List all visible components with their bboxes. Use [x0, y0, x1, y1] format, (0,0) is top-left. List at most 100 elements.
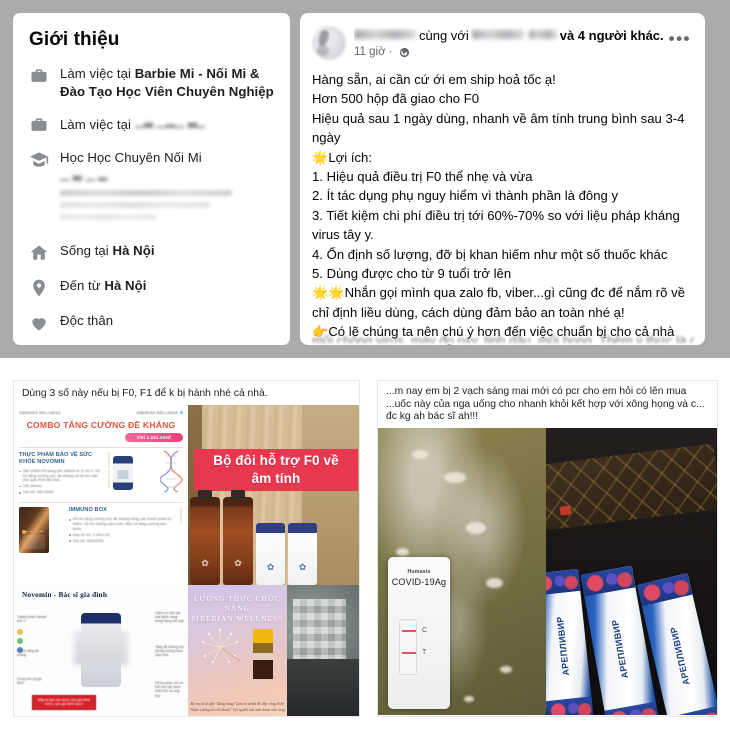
flyer-title: COMBO TĂNG CƯỜNG ĐỀ KHÁNG: [26, 420, 176, 430]
novomin-bottle-icon: [113, 456, 133, 490]
post-header: cùng với và 4 người khác. 11 giờ · •••: [300, 13, 705, 64]
flyer-product-1-bullets: Sản phẩm bổ sung các vitamin A, E và C, …: [19, 468, 103, 495]
white-bottle: [288, 523, 317, 585]
about-item-work-1[interactable]: Làm việc tại Barbie Mi - Nối Mi & Đào Tạ…: [29, 65, 274, 100]
virus-graphic: [636, 572, 693, 607]
screenshot-right[interactable]: ...m nay em bị 2 vạch sáng mai mới có pc…: [377, 380, 718, 717]
about-item-relationship[interactable]: Độc thân: [29, 312, 274, 333]
screenshot-right-grid: Humasis COVID-19Ag C T АРЕПЛИВИР АРЕПЛИВ…: [378, 427, 717, 715]
medicine-name-label: АРЕПЛИВИР: [609, 618, 631, 679]
tagged-name-redacted[interactable]: [471, 30, 524, 39]
covid-test-photo[interactable]: Humasis COVID-19Ag C T: [378, 427, 546, 715]
post-line: 2. Ít tác dụng phụ nguy hiểm vì thành ph…: [312, 188, 619, 204]
novomin-callout-right-3: Hỗ trợ phục hồi cơ thể cho các bệnh mãn …: [155, 681, 184, 698]
author-name-redacted[interactable]: [354, 30, 416, 39]
novomin-label-blurred: [74, 631, 128, 665]
virus-graphic: [580, 565, 636, 597]
post-more-options-button[interactable]: •••: [669, 30, 691, 47]
amber-bottle: [223, 497, 253, 585]
tagged-name-redacted-2[interactable]: [528, 30, 557, 39]
medicine-name-label: АРЕПЛИВИР: [554, 615, 572, 676]
test-result-window: [399, 618, 417, 675]
banner-line-2: âm tính: [251, 471, 301, 486]
siberian-color-bar: [252, 629, 273, 679]
about-item-label: Học Học Chuyên Nối Mi ▁ ▃ ▁ ▂: [60, 149, 274, 220]
screenshot-right-caption: ...m nay em bị 2 vạch sáng mai mới có pc…: [378, 381, 717, 428]
post-line: 1. Hiệu quả điều trị F0 thể nhẹ và vừa: [312, 169, 533, 185]
medicine-boxes-photo[interactable]: АРЕПЛИВИР АРЕПЛИВИР АРЕПЛИВИР: [546, 427, 717, 715]
siberian-poem-text: Đi em cứ ưi ghé "đúng hàng" Làm lu uchất…: [189, 702, 285, 712]
flyer-divider: [19, 447, 183, 448]
banner-line-1: Bộ đôi hỗ trợ F0 về: [213, 453, 339, 468]
screenshot-left-grid: SIBERIAN WELLNESS SIBERIAN WELLNESS COMB…: [14, 405, 359, 716]
shelf-bottles-row: [188, 488, 359, 585]
flyer-vertical-label: SIBERIAN WELLNESS: [107, 452, 111, 489]
flyer-product-2-name: IMMUNO BOX: [69, 507, 107, 514]
heart-icon: [29, 313, 49, 333]
control-line-label: C: [422, 626, 428, 634]
screenshot-left[interactable]: Dùng 3 số này nếu bị F0, F1 để k bị hành…: [13, 380, 360, 717]
about-item-living-in[interactable]: Sống tại Hà Nội: [29, 242, 274, 263]
novomin-callout-left-3: Dùng cho cả gia đình: [17, 677, 42, 686]
novomin-title: Novomin - Bác sĩ gia đình: [22, 590, 108, 599]
about-item-label: Làm việc tại Barbie Mi - Nối Mi & Đào Tạ…: [60, 66, 274, 99]
novomin-infographic-image[interactable]: Novomin - Bác sĩ gia đình Thành phần vit…: [14, 585, 188, 716]
post-author-block: cùng với và 4 người khác. 11 giờ ·: [354, 26, 693, 58]
flyer-product-2: IMMUNO BOX Hỗ trợ tăng cường sức đề khán…: [19, 507, 183, 554]
novomin-callout-right-2: Tăng đề kháng sức phòng chống virus cảm …: [155, 645, 185, 658]
novomin-callout-right-1: Giảm cơ chế các loại bệnh hàng trong hàn…: [155, 611, 184, 624]
siberian-and-photo-cell[interactable]: LƯƠNG THỰC CHỨC NĂNG SIBERIAN WELLNESS Đ…: [188, 585, 359, 716]
virus-graphic: [667, 705, 717, 715]
flyer-price-badge: CHỈ 1.091.500đ: [125, 433, 183, 442]
post-timestamp[interactable]: 11 giờ: [354, 46, 386, 58]
briefcase-icon: [29, 66, 49, 86]
virus-graphic: [604, 701, 660, 715]
post-body: Hàng sẵn, ai cần cứ ới em ship hoả tốc ạ…: [300, 64, 705, 345]
about-item-label: Sống tại Hà Nội: [60, 243, 155, 258]
flyer-divider-2: [19, 502, 183, 504]
post-line: Hơn 500 hộp đã giao cho F0: [312, 91, 480, 107]
combo-flyer-image[interactable]: SIBERIAN WELLNESS SIBERIAN WELLNESS COMB…: [14, 405, 188, 585]
white-bottle: [256, 523, 285, 585]
test-brand-label: Humasis: [407, 568, 431, 575]
post-card: cùng với và 4 người khác. 11 giờ · ••• H…: [300, 13, 705, 345]
avatar[interactable]: [312, 26, 346, 60]
about-item-work-2[interactable]: Làm việc tại ▁▃ ▁▂▁ ▃▁: [29, 114, 274, 135]
post-line: Hàng sẵn, ai cần cứ ới em ship hoả tốc ạ…: [312, 72, 556, 87]
pixelated-region: [292, 599, 347, 663]
post-cut-off-line: mũi chống virus, máy đo oxy, tinh dầu, m…: [312, 333, 694, 343]
post-line: 4. Ổn định số lượng, đỡ bị khan hiếm như…: [312, 246, 668, 262]
photo-dark-area: [286, 658, 359, 716]
bottom-section: Dùng 3 số này nếu bị F0, F1 để k bị hành…: [0, 358, 730, 730]
flyer-pointer-line: [22, 530, 43, 535]
rapid-test-cassette: Humasis COVID-19Ag C T: [388, 556, 450, 709]
post-line: 5. Dùng được cho từ 9 tuổi trở lên: [312, 266, 512, 282]
test-line: [402, 651, 416, 655]
post-line: Hiệu quả sau 1 ngày dùng, nhanh về âm tí…: [312, 110, 685, 146]
control-line: [402, 629, 416, 633]
shelf-photo-image[interactable]: Bộ đôi hỗ trợ F0 về âm tính: [188, 405, 359, 585]
flyer-brand-right: SIBERIAN WELLNESS: [136, 411, 183, 415]
post-with-label: cùng với: [419, 28, 469, 43]
siberian-poster-image[interactable]: LƯƠNG THỰC CHỨC NĂNG SIBERIAN WELLNESS Đ…: [188, 585, 287, 716]
flyer-product-1: THỰC PHẨM BẢO VỆ SỨC KHỎE NOVOMIN Sản ph…: [19, 452, 183, 496]
blurred-photo-image[interactable]: [286, 585, 359, 716]
novomin-callout-left-1: Thành phần vitamin A E C: [17, 615, 47, 624]
flyer-brand-row: SIBERIAN WELLNESS SIBERIAN WELLNESS: [19, 411, 183, 415]
flyer-brand-left: SIBERIAN WELLNESS: [19, 411, 61, 415]
dna-helix-icon: [160, 450, 183, 493]
about-title: Giới thiệu: [29, 29, 120, 50]
amber-bottle: [190, 497, 220, 585]
virus-graphic: [546, 568, 581, 596]
about-item-label: Làm việc tại ▁▃ ▁▂▁ ▃▁: [60, 114, 205, 132]
graduation-cap-icon: [29, 150, 49, 170]
about-item-education[interactable]: Học Học Chuyên Nối Mi ▁ ▃ ▁ ▂: [29, 149, 274, 220]
home-icon: [29, 243, 49, 263]
virus-graphic: [546, 696, 594, 715]
monogram-bag: [546, 443, 717, 531]
post-others-label[interactable]: và 4 người khác.: [560, 27, 664, 44]
shelf-banner-text: Bộ đôi hỗ trợ F0 về âm tính: [194, 449, 358, 491]
novomin-callout-left-2: Hỗ trợ tăng đề kháng: [17, 649, 39, 658]
location-pin-icon: [29, 278, 49, 298]
about-item-from[interactable]: Đến từ Hà Nội: [29, 277, 274, 298]
